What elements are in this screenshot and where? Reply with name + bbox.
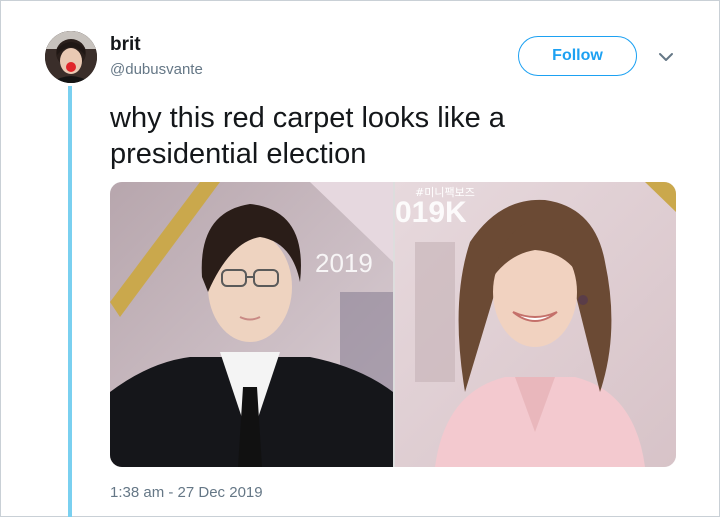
tweet-text-line-2: presidential election <box>110 138 367 170</box>
thread-line <box>68 86 72 517</box>
author-handle[interactable]: @dubusvante <box>110 61 203 78</box>
author-name[interactable]: brit <box>110 34 141 56</box>
tweet-text-line-1: why this red carpet looks like a <box>110 102 505 134</box>
media-text-right-2: 019K <box>395 196 467 229</box>
avatar[interactable] <box>45 31 97 83</box>
tweet-media[interactable]: 2019 #미니팩보즈 019K <box>110 182 676 467</box>
follow-button[interactable]: Follow <box>518 36 637 76</box>
photo-left[interactable]: 2019 <box>110 182 393 467</box>
tweet-text: why this red carpet looks like a preside… <box>110 100 690 172</box>
tweet-timestamp[interactable]: 1:38 am - 27 Dec 2019 <box>110 484 263 501</box>
media-text-left: 2019 <box>315 248 373 278</box>
avatar-image <box>45 31 97 83</box>
chevron-down-icon[interactable] <box>655 48 677 66</box>
photo-right[interactable]: #미니팩보즈 019K <box>395 182 676 467</box>
